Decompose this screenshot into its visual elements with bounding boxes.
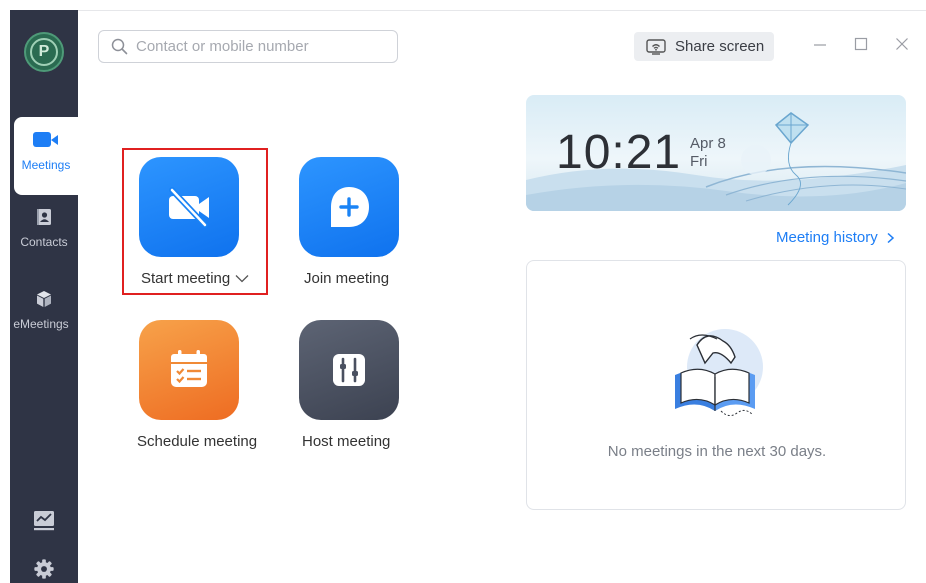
join-meeting-label: Join meeting bbox=[304, 270, 390, 287]
sidebar-item-contacts[interactable]: Contacts bbox=[10, 208, 78, 249]
video-off-icon bbox=[169, 187, 209, 228]
sidebar: P Meetings Contacts eMeetings bbox=[10, 10, 78, 583]
gear-icon[interactable] bbox=[33, 558, 55, 580]
host-meeting-button[interactable] bbox=[299, 320, 399, 420]
minimize-icon[interactable] bbox=[812, 36, 828, 52]
sidebar-item-emeetings[interactable]: eMeetings bbox=[10, 290, 78, 331]
clock-month-day: Apr 8 bbox=[690, 135, 726, 152]
sidebar-item-label: Meetings bbox=[21, 158, 71, 172]
clock-weekday: Fri bbox=[690, 153, 708, 170]
share-screen-button[interactable]: Share screen bbox=[634, 32, 774, 61]
search-input[interactable] bbox=[136, 38, 376, 55]
contacts-book-icon bbox=[37, 209, 51, 225]
search-bar bbox=[98, 30, 398, 63]
empty-state-message: No meetings in the next 30 days. bbox=[607, 443, 827, 460]
sidebar-item-meetings[interactable]: Meetings bbox=[14, 117, 78, 195]
share-screen-label: Share screen bbox=[675, 38, 765, 55]
cube-icon bbox=[37, 291, 51, 307]
upcoming-meetings-panel: No meetings in the next 30 days. bbox=[526, 260, 906, 510]
window-top-border bbox=[10, 10, 926, 11]
presentation-chart-icon[interactable] bbox=[32, 509, 56, 533]
video-camera-icon bbox=[33, 131, 59, 149]
clock-time: 10:21 bbox=[556, 126, 682, 179]
host-meeting-label: Host meeting bbox=[302, 433, 391, 450]
empty-book-illustration bbox=[675, 329, 763, 417]
close-icon[interactable] bbox=[894, 36, 910, 52]
clock-date: Apr 8 Fri bbox=[690, 135, 726, 171]
start-meeting-button[interactable] bbox=[139, 157, 239, 257]
calendar-icon bbox=[171, 350, 207, 387]
sidebar-item-label: Contacts bbox=[20, 235, 68, 249]
share-screen-icon bbox=[646, 38, 666, 55]
maximize-icon[interactable] bbox=[853, 36, 869, 52]
chevron-down-icon[interactable] bbox=[235, 274, 249, 283]
sidebar-item-label: eMeetings bbox=[13, 317, 69, 331]
schedule-meeting-button[interactable] bbox=[139, 320, 239, 420]
clock-card: 10:21 Apr 8 Fri bbox=[526, 95, 906, 211]
chevron-right-icon bbox=[887, 232, 894, 243]
sliders-icon bbox=[333, 354, 365, 386]
meeting-history-link[interactable]: Meeting history bbox=[776, 229, 895, 246]
join-meeting-button[interactable] bbox=[299, 157, 399, 257]
start-meeting-label[interactable]: Start meeting bbox=[141, 270, 249, 287]
avatar[interactable]: P bbox=[24, 32, 64, 72]
logo-letter: P bbox=[30, 38, 58, 66]
search-icon bbox=[111, 38, 128, 55]
schedule-meeting-label: Schedule meeting bbox=[137, 433, 258, 450]
join-plus-icon bbox=[331, 187, 369, 227]
